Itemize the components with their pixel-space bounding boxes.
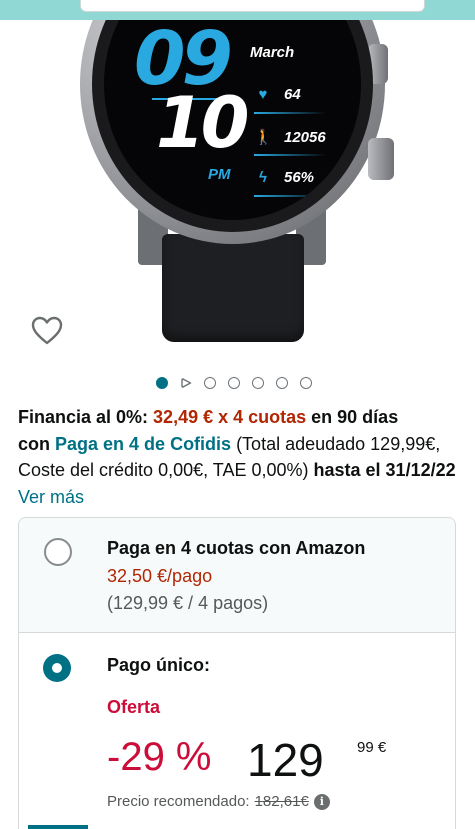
- financing-info: Financia al 0%: 32,49 € x 4 cuotas en 90…: [18, 404, 463, 510]
- installments-title: Paga en 4 cuotas con Amazon: [107, 538, 366, 558]
- watch-month: March: [250, 44, 295, 61]
- payment-option-installments[interactable]: Paga en 4 cuotas con Amazon 32,50 €/pago…: [19, 518, 455, 633]
- single-payment-radio[interactable]: [43, 654, 71, 682]
- pager-dot[interactable]: [276, 377, 288, 389]
- watch-battery-value: 56%: [284, 169, 315, 186]
- watch-stat-line: [254, 154, 326, 156]
- recommended-price-value: 182,61€: [254, 793, 309, 810]
- price-whole: 129: [247, 734, 324, 786]
- payment-options-card: Paga en 4 cuotas con Amazon 32,50 €/pago…: [18, 517, 456, 829]
- watch-stat-line: [254, 112, 326, 114]
- search-box[interactable]: [80, 0, 425, 12]
- see-more-link[interactable]: Ver más: [18, 487, 84, 507]
- recommended-price-label: Precio recomendado:: [107, 793, 250, 810]
- installments-radio[interactable]: [44, 538, 72, 566]
- financing-installments: 32,49 € x 4 cuotas: [153, 407, 307, 427]
- bolt-icon: ϟ: [259, 169, 267, 186]
- discount-percent: -29 %: [107, 735, 212, 779]
- watch-battery: ϟ 56%: [254, 169, 314, 186]
- pager-dot[interactable]: [204, 377, 216, 389]
- watch-crown-bottom: [368, 138, 394, 180]
- pager-dot[interactable]: [300, 377, 312, 389]
- product-image[interactable]: March 09 10 PM ♥ 64 🚶 12056 ϟ 56%: [0, 20, 475, 370]
- installments-detail: (129,99 € / 4 pagos): [107, 593, 269, 613]
- financing-days: en 90 días: [306, 407, 399, 427]
- watch-steps: 🚶 12056: [254, 128, 326, 147]
- image-pager[interactable]: [156, 377, 312, 389]
- recommended-price: Precio recomendado: 182,61€ i: [107, 793, 330, 810]
- pager-dot[interactable]: [228, 377, 240, 389]
- financing-until: hasta el 31/12/22: [313, 460, 456, 480]
- watch-minute: 10: [156, 82, 249, 164]
- walker-icon: 🚶: [254, 129, 273, 146]
- watch-heart-rate-value: 64: [284, 86, 301, 103]
- watch-stat-line: [254, 195, 326, 197]
- info-icon[interactable]: i: [313, 793, 330, 810]
- price-fraction: 99 €: [357, 739, 387, 756]
- heart-icon: ♥: [258, 86, 268, 103]
- pager-dot[interactable]: [252, 377, 264, 389]
- top-search-strip: [0, 0, 475, 20]
- watch-steps-value: 12056: [284, 128, 326, 146]
- deal-badge: Oferta: [107, 697, 161, 717]
- video-play-icon[interactable]: [180, 377, 192, 389]
- payment-option-single[interactable]: Pago único: Oferta -29 % 129 99 € Precio…: [19, 633, 455, 829]
- watch-strap-bottom: [162, 234, 304, 342]
- financing-provider-link[interactable]: Paga en 4 de Cofidis: [55, 434, 231, 454]
- financing-con: con: [18, 433, 56, 454]
- watch-heart-rate: ♥ 64: [254, 86, 301, 103]
- financing-prefix: Financia al 0%:: [18, 407, 154, 427]
- wishlist-heart-icon[interactable]: [31, 316, 63, 346]
- bottom-accent-bar: [28, 825, 88, 829]
- watch-ampm: PM: [208, 166, 231, 183]
- single-payment-title: Pago único:: [107, 655, 210, 675]
- installments-per-payment: 32,50 €/pago: [107, 566, 213, 586]
- pager-dot-active[interactable]: [156, 377, 168, 389]
